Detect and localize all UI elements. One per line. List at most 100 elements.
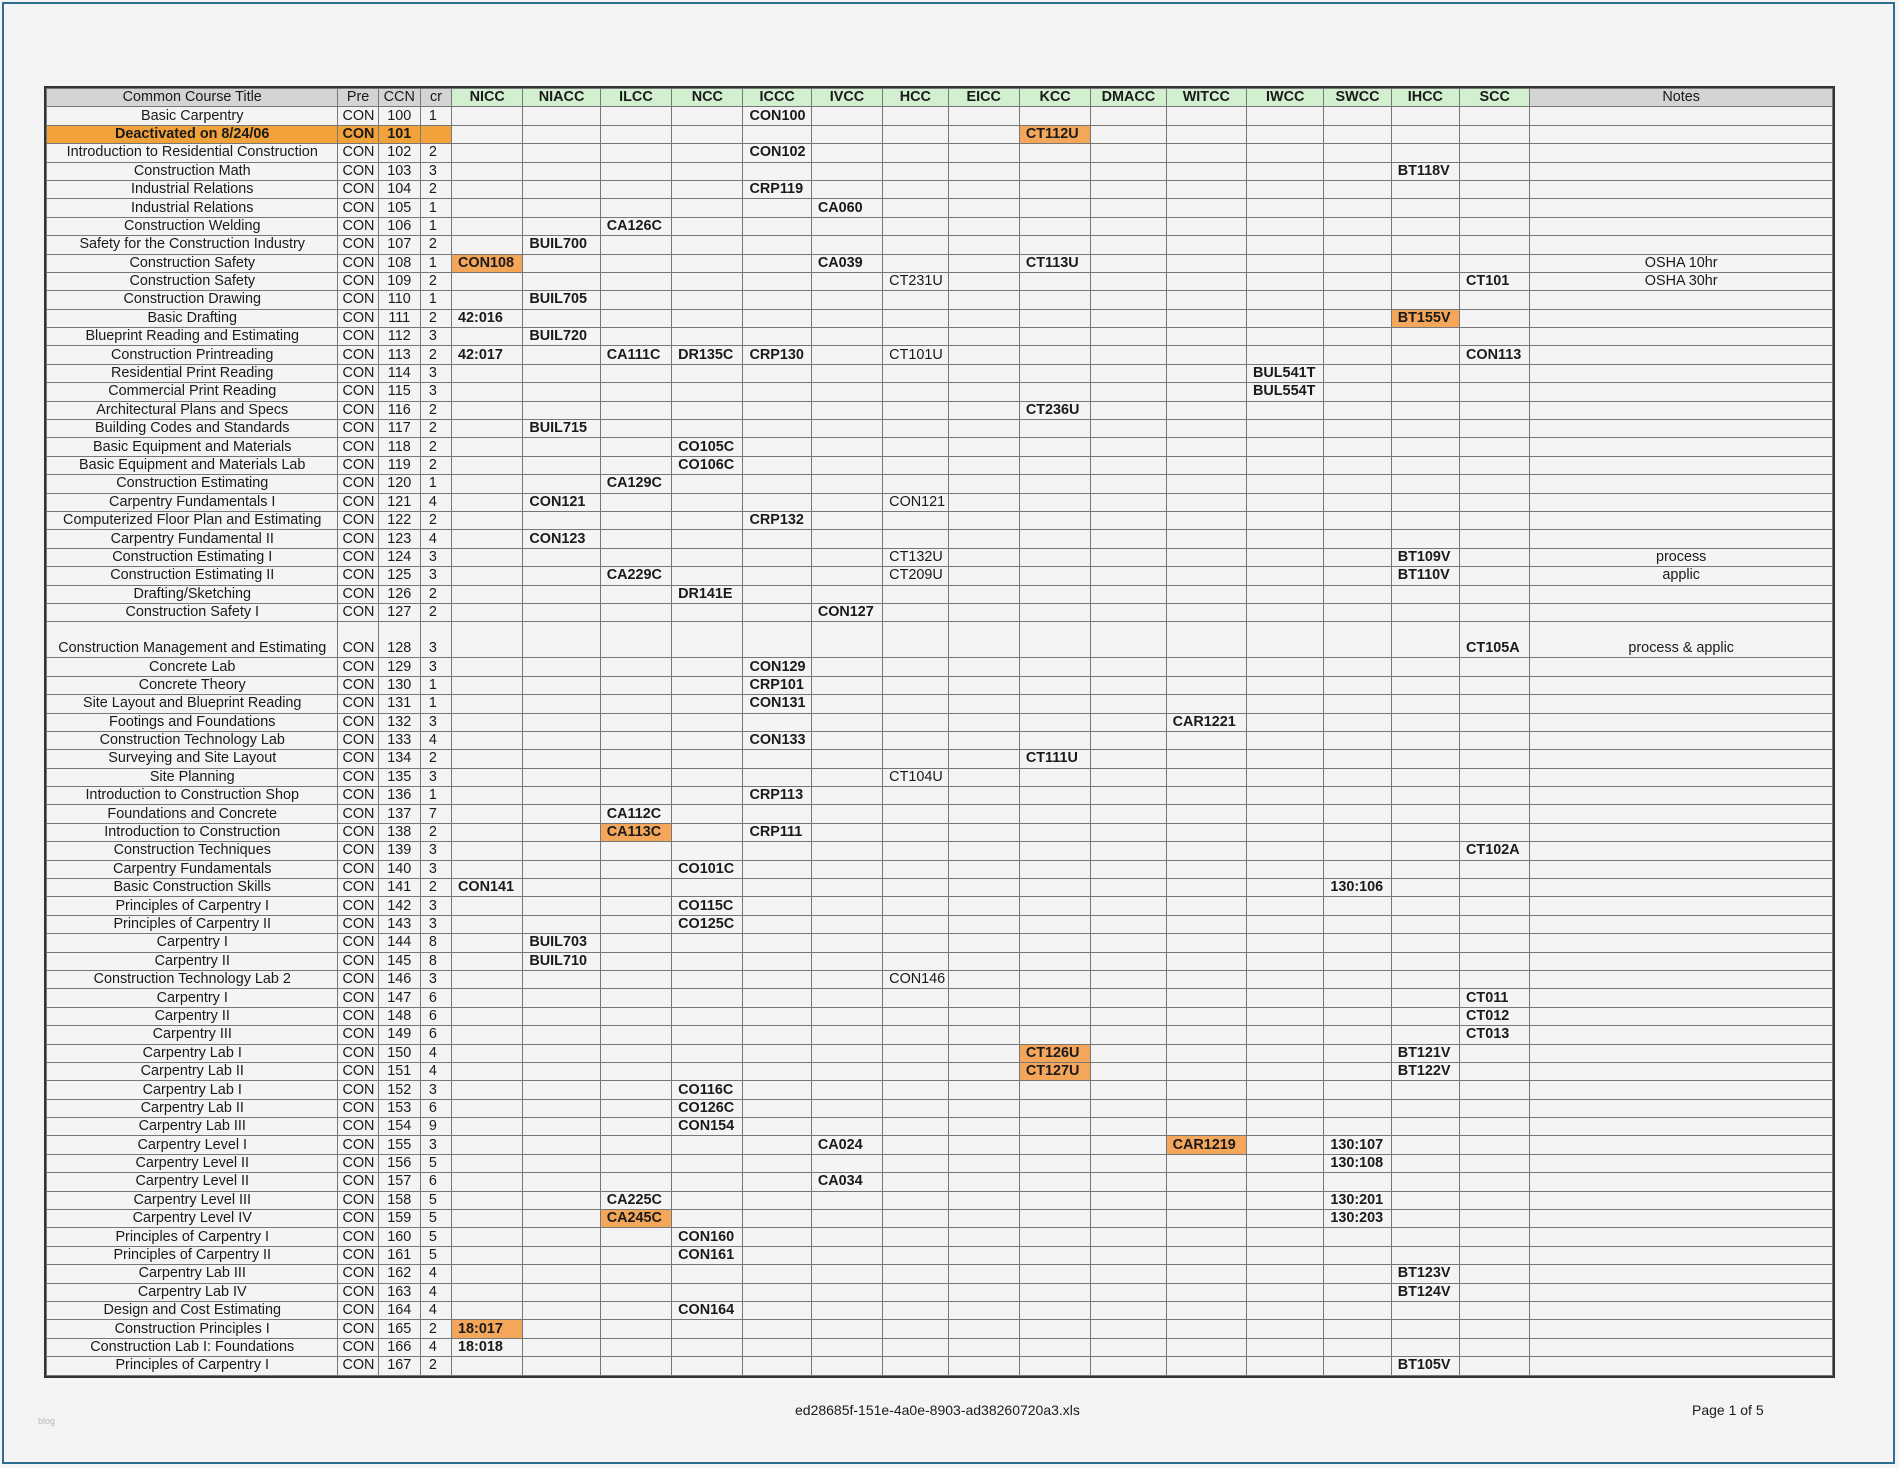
college-course-cell — [522, 1356, 601, 1376]
notes-cell — [1529, 198, 1833, 218]
college-course-cell: CAR1219 — [1165, 1135, 1247, 1155]
college-course-cell — [882, 1245, 949, 1266]
college-course-cell — [742, 400, 812, 421]
college-course-cell — [451, 749, 524, 769]
college-course-cell — [1459, 1356, 1531, 1376]
notes-cell — [1529, 1098, 1833, 1119]
college-course-cell — [1165, 179, 1247, 200]
college-course-cell — [810, 1098, 884, 1119]
college-course-cell — [671, 969, 744, 990]
college-course-cell — [1459, 179, 1531, 200]
table-row: Construction Math CON 103 3 BT118V — [45, 161, 1833, 181]
college-course-cell — [1323, 1337, 1392, 1358]
college-course-cell — [947, 235, 1020, 255]
college-course-cell — [451, 143, 524, 163]
college-course-cell — [742, 290, 812, 310]
college-course-cell — [1390, 1080, 1461, 1100]
college-course-cell — [882, 1319, 949, 1339]
header-ccn: CCN — [377, 87, 421, 108]
college-course-cell — [599, 106, 673, 126]
college-course-cell — [522, 1043, 601, 1063]
college-course-cell — [599, 327, 673, 347]
college-course-cell — [1165, 143, 1247, 163]
ccn-cell: 163 — [377, 1282, 421, 1303]
college-course-cell — [1018, 1337, 1092, 1358]
college-course-cell — [599, 1245, 673, 1266]
ccn-cell: 137 — [377, 804, 421, 824]
credits-cell: 2 — [419, 143, 453, 163]
course-title-cell: Carpentry Lab II — [45, 1098, 339, 1119]
prefix-cell: CON — [337, 253, 379, 273]
college-course-cell: CA111C — [599, 345, 673, 365]
header-college: KCC — [1018, 87, 1092, 108]
notes-cell — [1529, 749, 1833, 769]
college-course-cell — [599, 253, 673, 273]
college-course-cell — [1459, 216, 1531, 237]
college-course-cell — [1323, 235, 1392, 255]
college-course-cell: BT118V — [1390, 161, 1461, 181]
college-course-cell — [451, 1061, 524, 1082]
college-course-cell — [1390, 602, 1461, 623]
college-course-cell — [1459, 1300, 1531, 1321]
college-course-cell — [451, 1282, 524, 1303]
college-course-cell — [1165, 1319, 1247, 1339]
college-course-cell — [1390, 621, 1461, 659]
college-course-cell — [810, 859, 884, 880]
college-course-cell — [1390, 841, 1461, 861]
college-course-cell: BUIL705 — [522, 290, 601, 310]
college-course-cell — [1459, 786, 1531, 806]
college-course-cell — [947, 657, 1020, 677]
credits-cell: 3 — [419, 969, 453, 990]
college-course-cell — [451, 804, 524, 824]
college-course-cell — [522, 308, 601, 329]
header-college: HCC — [882, 87, 949, 108]
college-course-cell — [1390, 988, 1461, 1008]
footer-filename: ed28685f-151e-4a0e-8903-ad38260720a3.xls — [795, 1402, 1080, 1418]
college-course-cell — [1018, 841, 1092, 861]
college-course-cell: CT126U — [1018, 1043, 1092, 1063]
credits-cell: 2 — [419, 584, 453, 604]
college-course-cell — [1165, 216, 1247, 237]
college-course-cell — [671, 1006, 744, 1027]
college-course-cell: BT110V — [1390, 566, 1461, 586]
college-course-cell — [947, 1190, 1020, 1211]
ccn-cell: 110 — [377, 290, 421, 310]
college-course-cell — [742, 767, 812, 788]
college-course-cell — [1245, 400, 1325, 421]
college-course-cell — [1090, 437, 1167, 457]
college-course-cell — [1018, 474, 1092, 494]
course-title-cell: Construction Drawing — [45, 290, 339, 310]
college-course-cell — [882, 804, 949, 824]
college-course-cell — [882, 143, 949, 163]
college-course-cell — [810, 1080, 884, 1100]
notes-cell — [1529, 143, 1833, 163]
college-course-cell — [599, 1319, 673, 1339]
prefix-cell: CON — [337, 951, 379, 971]
college-course-cell — [451, 694, 524, 714]
college-course-cell — [882, 382, 949, 402]
college-course-cell — [522, 161, 601, 181]
college-course-cell — [742, 749, 812, 769]
course-title-cell: Safety for the Construction Industry — [45, 235, 339, 255]
college-course-cell — [882, 1153, 949, 1174]
credits-cell: 3 — [419, 896, 453, 916]
college-course-cell — [1323, 400, 1392, 421]
college-course-cell — [451, 786, 524, 806]
college-course-cell — [599, 1098, 673, 1119]
notes-cell — [1529, 124, 1833, 145]
college-course-cell — [882, 1172, 949, 1192]
credits-cell: 3 — [419, 1135, 453, 1155]
college-course-cell: BT105V — [1390, 1356, 1461, 1376]
college-course-cell — [810, 988, 884, 1008]
college-course-cell — [1323, 1245, 1392, 1266]
college-course-cell — [947, 547, 1020, 568]
college-course-cell — [742, 327, 812, 347]
college-course-cell — [451, 492, 524, 512]
college-course-cell — [810, 1227, 884, 1247]
college-course-cell — [1018, 1245, 1092, 1266]
ccn-cell: 121 — [377, 492, 421, 512]
college-course-cell — [1090, 1190, 1167, 1211]
college-course-cell — [1245, 1227, 1325, 1247]
college-course-cell — [522, 1300, 601, 1321]
college-course-cell — [1323, 841, 1392, 861]
